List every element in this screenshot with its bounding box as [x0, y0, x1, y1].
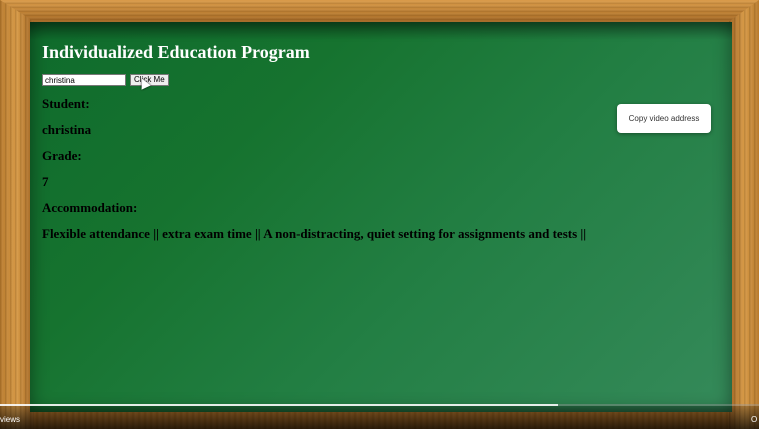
frame-top: [0, 0, 759, 24]
student-label: Student:: [42, 96, 90, 111]
name-form: Click Me: [42, 73, 602, 87]
student-value: christina: [42, 122, 92, 137]
accommodation-label: Accommodation:: [42, 200, 138, 215]
frame-right: [729, 0, 759, 429]
views-text: views: [0, 415, 21, 424]
frame-left: [0, 0, 34, 429]
copy-video-address-item[interactable]: Copy video address: [629, 114, 700, 123]
student-name-input[interactable]: [42, 74, 126, 86]
grade-label: Grade:: [42, 148, 82, 163]
video-progress-bar[interactable]: [0, 404, 759, 406]
context-menu: Copy video address: [617, 104, 711, 133]
video-controls-bar: [0, 404, 759, 429]
video-frame: Individualized Education Program Click M…: [0, 0, 759, 429]
grade-value: 7: [42, 174, 49, 189]
page-title: Individualized Education Program: [42, 42, 310, 62]
video-progress-fill: [0, 404, 558, 406]
iep-app: Individualized Education Program Click M…: [42, 40, 602, 242]
chalkboard-shade: [30, 22, 732, 40]
right-edge-text: O: [751, 415, 758, 424]
accommodation-value: Flexible attendance || extra exam time |…: [42, 226, 587, 241]
